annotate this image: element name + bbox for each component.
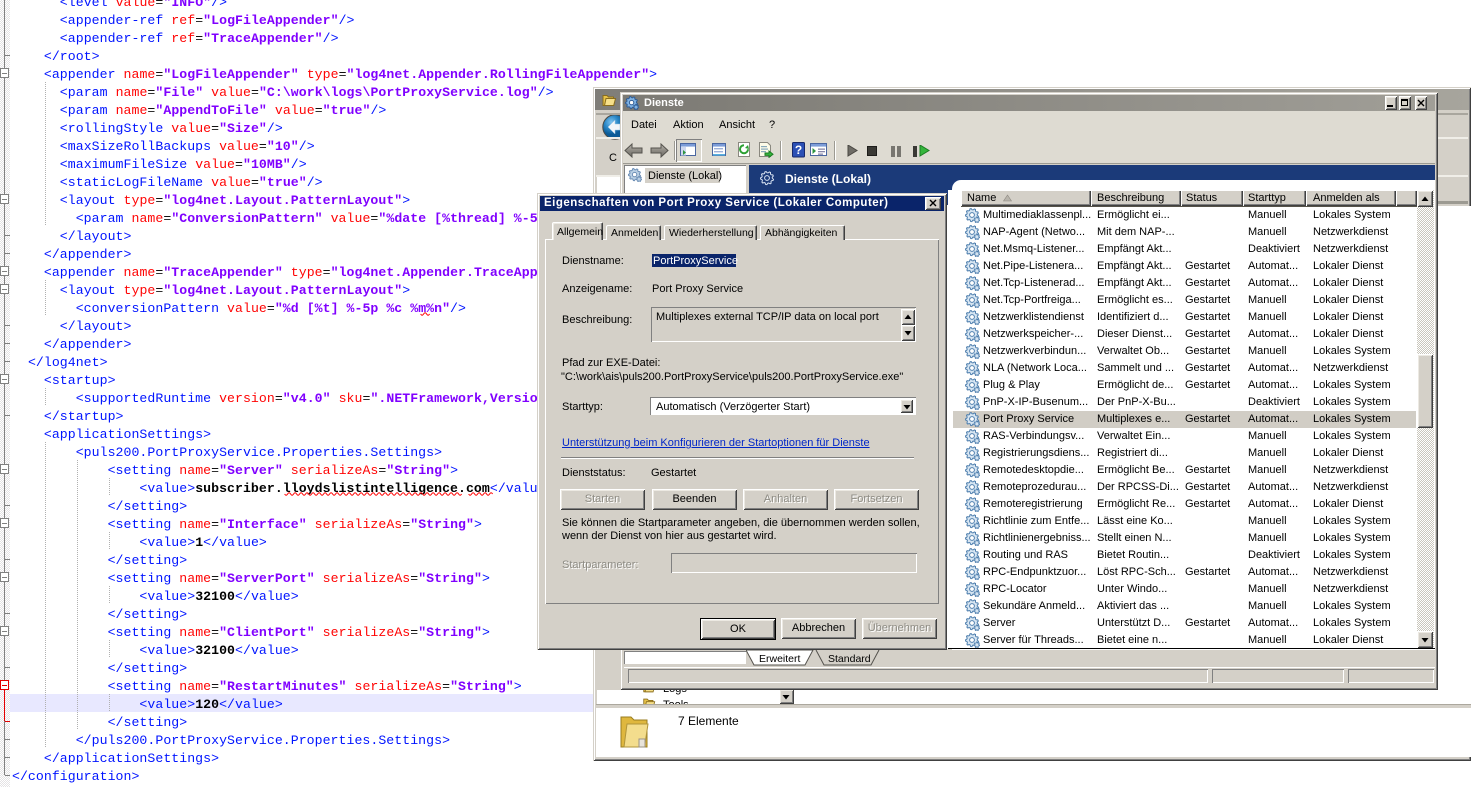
- svg-text:Standard: Standard: [828, 653, 871, 665]
- svg-text:Erweitert: Erweitert: [759, 653, 801, 665]
- svg-text:?: ?: [795, 143, 802, 157]
